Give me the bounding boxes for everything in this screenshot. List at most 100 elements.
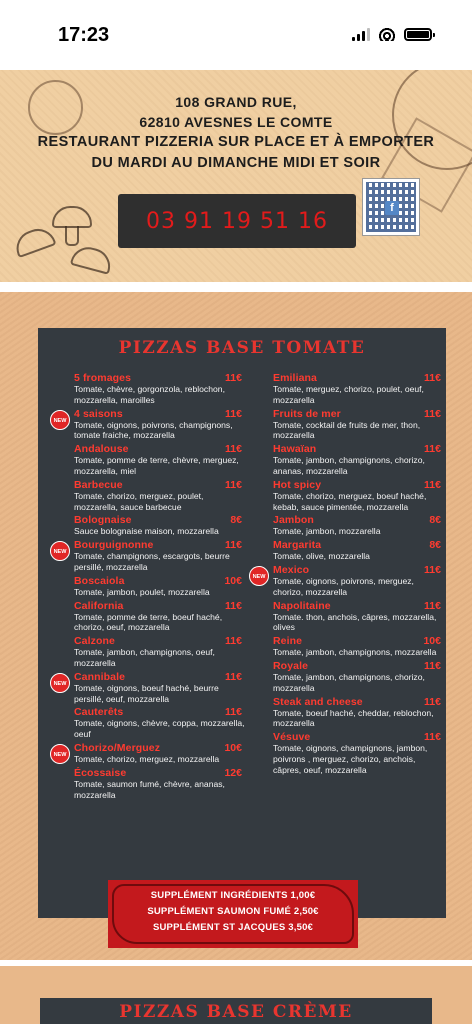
menu-item-price: 11€ bbox=[225, 372, 242, 384]
menu-item-price: 10€ bbox=[224, 574, 242, 587]
menu-item-price: 10€ bbox=[224, 741, 242, 754]
cellular-signal-icon bbox=[352, 27, 370, 41]
menu-item-name: Napolitaine bbox=[273, 599, 331, 612]
menu-item: NEW Mexico 11€ Tomate, oignons, poivrons, m… bbox=[249, 563, 445, 598]
menu-item-description: Tomate, oignons, poivrons, champignons, … bbox=[74, 419, 233, 441]
menu-item-price: 11€ bbox=[424, 478, 441, 491]
menu-item-name: Hot spicy bbox=[273, 478, 322, 491]
menu-item: Écossaise 12€ Tomate, saumon fumé, chèvre,… bbox=[74, 767, 246, 801]
menu-item-price: 11€ bbox=[424, 372, 441, 384]
menu-item-price: 12€ bbox=[224, 766, 242, 779]
menu-item-description: Tomate, chorizo, merguez, mozzarella bbox=[74, 753, 220, 764]
menu-item: Reine 10€ Tomate, jambon, champignons, moz… bbox=[273, 635, 445, 658]
menu-item-name: Chorizo/Merguez bbox=[74, 741, 161, 754]
menu-item-description: Tomate, chorizo, merguez, poulet, mozzar… bbox=[74, 490, 204, 512]
menu-item: Bolognaise 8€ Sauce bolognaise maison, moz… bbox=[74, 514, 246, 537]
menu-item-name: Écossaise bbox=[74, 766, 127, 779]
menu-image-cream-pizzas[interactable]: PIZZAS BASE CRÈME bbox=[0, 966, 472, 1024]
battery-icon bbox=[404, 27, 435, 41]
menu-item-description: Sauce bolognaise maison, mozzarella bbox=[74, 526, 219, 537]
menu-item-name: Bolognaise bbox=[74, 514, 132, 527]
address-city: 62810 AVESNES LE COMTE bbox=[139, 114, 333, 130]
restaurant-header-image[interactable]: 108 GRAND RUE, 62810 AVESNES LE COMTE RE… bbox=[0, 70, 472, 282]
opening-hours: DU MARDI AU DIMANCHE MIDI ET SOIR bbox=[91, 155, 381, 171]
menu-item-description: Tomate, jambon, poulet, mozzarella bbox=[74, 586, 210, 597]
menu-item: NEW 4 saisons 11€ Tomate, oignons, poivrons… bbox=[50, 407, 246, 442]
menu-item-name: Royale bbox=[273, 659, 309, 672]
menu-item: NEW Cannibale 11€ Tomate, oignons, boeuf ha… bbox=[50, 670, 246, 705]
menu-item-price: 11€ bbox=[424, 443, 441, 456]
menu-item-price: 11€ bbox=[424, 695, 441, 708]
supplement-line: SUPPLÉMENT SAUMON FUMÉ 2,50€ bbox=[147, 906, 319, 917]
restaurant-tagline: RESTAURANT PIZZERIA SUR PLACE ET À EMPOR… bbox=[37, 134, 435, 150]
menu-item: Hot spicy 11€ Tomate, chorizo, merguez, bo… bbox=[273, 479, 445, 513]
menu-item-price: 11€ bbox=[225, 443, 242, 456]
new-badge: NEW bbox=[249, 565, 269, 586]
menu-item: NEW Bourguignonne 11€ Tomate, champignons, … bbox=[50, 539, 246, 573]
menu-column-right: Emiliana 11€ Tomate, merguez, chorizo, pou… bbox=[249, 372, 445, 778]
menu-item: Calzone 11€ Tomate, jambon, champignons, o… bbox=[74, 635, 246, 669]
menu-item-price: 11€ bbox=[225, 670, 242, 683]
menu-item-name: Margarita bbox=[273, 539, 322, 552]
menu-item-description: Tomate, pomme de terre, chèvre, merguez,… bbox=[74, 455, 239, 476]
menu-item: Vésuve 11€ Tomate, oignons, champignons, j… bbox=[273, 731, 445, 775]
menu-item-name: 4 saisons bbox=[74, 407, 123, 420]
menu-item: Jambon 8€ Tomate, jambon, mozzarella bbox=[273, 514, 445, 537]
menu-item-name: Barbecue bbox=[74, 478, 123, 491]
menu-item: Boscaiola 10€ Tomate, jambon, poulet, mozz… bbox=[74, 575, 246, 598]
menu-item: NEW Chorizo/Merguez 10€ Tomate, chorizo, me… bbox=[50, 741, 246, 765]
menu-item-description: Tomate, jambon, champignons, mozzarella bbox=[273, 647, 437, 658]
menu-item-name: Jambon bbox=[273, 514, 314, 527]
menu-item-description: Tomate, saumon fumé, chèvre, ananas, moz… bbox=[74, 778, 225, 800]
menu-item-name: Emiliana bbox=[273, 372, 317, 384]
phone-number-box: 03 91 19 51 16 bbox=[118, 194, 356, 248]
new-badge: NEW bbox=[50, 409, 70, 430]
status-icons bbox=[352, 27, 435, 41]
menu-item-description: Tomate, pomme de terre, boeuf haché, cho… bbox=[74, 611, 223, 633]
menu-item-description: Tomate, oignons, chèvre, coppa, mozzarel… bbox=[74, 718, 245, 740]
menu-item-description: Tomate, jambon, champignons, chorizo, mo… bbox=[273, 671, 425, 693]
menu-item-description: Tomate, chèvre, gorgonzola, reblochon, m… bbox=[74, 384, 225, 405]
menu-item-price: 11€ bbox=[424, 599, 441, 612]
menu-item-description: Tomate, jambon, champignons, oeuf, mozza… bbox=[74, 647, 215, 668]
new-badge: NEW bbox=[50, 541, 70, 562]
menu-item-name: Bourguignonne bbox=[74, 539, 154, 552]
menu-board: PIZZAS BASE CRÈME bbox=[40, 998, 432, 1024]
menu-item-price: 11€ bbox=[225, 706, 242, 719]
menu-item-price: 11€ bbox=[424, 407, 441, 420]
menu-item-price: 11€ bbox=[225, 599, 242, 612]
menu-item: Fruits de mer 11€ Tomate, cocktail de frui… bbox=[273, 408, 445, 442]
menu-item-description: Tomate, cocktail de fruits de mer, thon,… bbox=[273, 419, 421, 441]
menu-item-description: Tomate, jambon, mozzarella bbox=[273, 526, 381, 537]
menu-item-name: Reine bbox=[273, 635, 303, 648]
menu-item-description: Tomate, champignons, escargots, beurre p… bbox=[74, 551, 230, 572]
supplement-line: SUPPLÉMENT INGRÉDIENTS 1,00€ bbox=[150, 890, 316, 901]
menu-item-description: Tomate, chorizo, merguez, boeuf haché, k… bbox=[273, 490, 427, 512]
menu-item: Barbecue 11€ Tomate, chorizo, merguez, pou… bbox=[74, 479, 246, 513]
menu-item-price: 11€ bbox=[424, 731, 441, 744]
menu-section-title: PIZZAS BASE TOMATE bbox=[118, 338, 366, 358]
menu-section-title: PIZZAS BASE CRÈME bbox=[119, 1002, 353, 1022]
menu-item: Royale 11€ Tomate, jambon, champignons, ch… bbox=[273, 660, 445, 694]
menu-item-price: 11€ bbox=[424, 563, 441, 576]
menu-item-name: California bbox=[74, 599, 124, 612]
menu-item: Margarita 8€ Tomate, olive, mozzarella bbox=[273, 539, 445, 562]
menu-item-description: Tomate, jambon, champignons, chorizo, an… bbox=[273, 455, 425, 476]
menu-item-name: Calzone bbox=[74, 635, 115, 648]
menu-item-description: Tomate, boeuf haché, cheddar, reblochon,… bbox=[273, 707, 434, 729]
menu-item-name: Hawaïan bbox=[273, 443, 317, 456]
menu-item-name: Cannibale bbox=[74, 670, 126, 683]
menu-item-description: Tomate. thon, anchois, câpres, mozzarell… bbox=[273, 611, 437, 633]
menu-item-price: 11€ bbox=[424, 659, 441, 672]
menu-image-tomato-pizzas[interactable]: PIZZAS BASE TOMATE 5 fromages 11€ Tomate, … bbox=[0, 292, 472, 960]
menu-item-description: Tomate, olive, mozzarella bbox=[273, 551, 370, 562]
menu-item-price: 8€ bbox=[429, 539, 441, 552]
menu-item-name: 5 fromages bbox=[74, 372, 132, 384]
menu-item: 5 fromages 11€ Tomate, chèvre, gorgonzola,… bbox=[74, 372, 246, 406]
new-badge: NEW bbox=[50, 672, 70, 693]
supplements-box: SUPPLÉMENT INGRÉDIENTS 1,00€ SUPPLÉMENT … bbox=[108, 880, 358, 948]
menu-item: Steak and cheese 11€ Tomate, boeuf haché, … bbox=[273, 696, 445, 730]
menu-item: Hawaïan 11€ Tomate, jambon, champignons, c… bbox=[273, 443, 445, 477]
wifi-icon bbox=[378, 27, 396, 41]
facebook-icon: f bbox=[385, 201, 399, 215]
